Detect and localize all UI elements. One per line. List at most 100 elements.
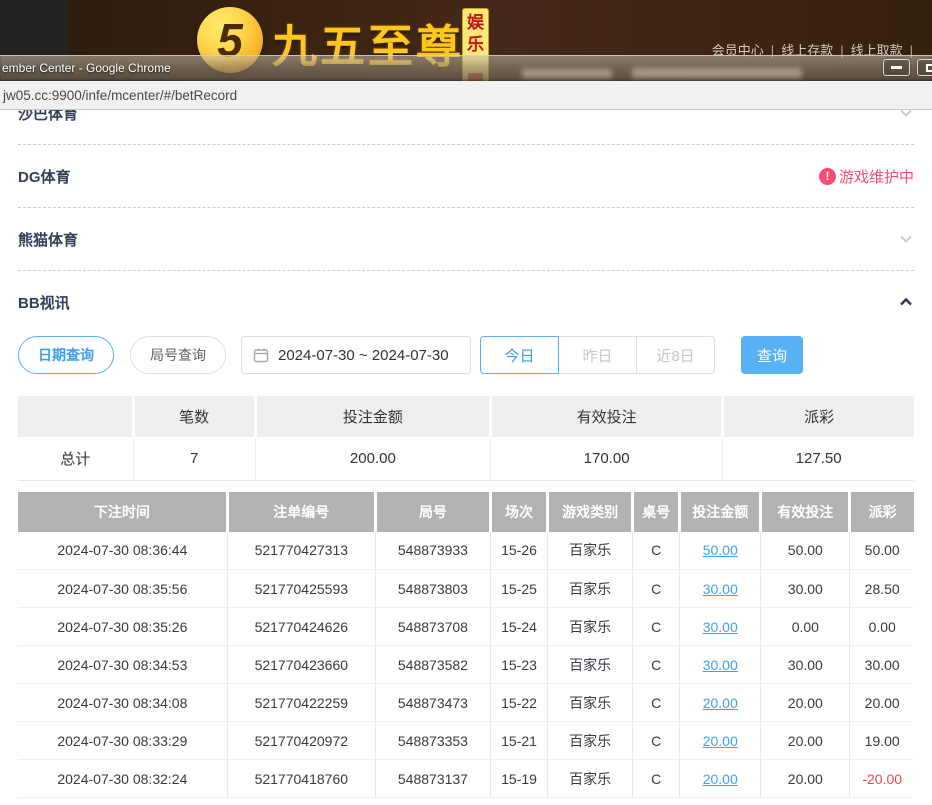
bet-cell: 19.00 xyxy=(850,722,914,760)
bet-cell: 20.00 xyxy=(761,760,850,798)
bet-col-header: 桌号 xyxy=(633,492,680,532)
table-row: 2024-07-30 08:34:53521770423660548873582… xyxy=(18,646,914,684)
bet-amount-link[interactable]: 30.00 xyxy=(680,608,761,646)
bet-cell: 521770418760 xyxy=(227,760,375,798)
blurred-region xyxy=(522,69,612,78)
section-panda-sports[interactable]: 熊猫体育 xyxy=(18,208,914,270)
bet-cell: C xyxy=(633,608,680,646)
bet-cell: 2024-07-30 08:35:26 xyxy=(18,608,227,646)
section-title: 熊猫体育 xyxy=(18,229,78,250)
summary-col-header: 笔数 xyxy=(133,396,255,437)
calendar-icon xyxy=(253,347,269,363)
bet-cell: C xyxy=(633,646,680,684)
bet-cell: 20.00 xyxy=(761,722,850,760)
bet-cell: 15-26 xyxy=(491,532,548,570)
bet-col-header: 局号 xyxy=(375,492,490,532)
bet-cell: 548873353 xyxy=(375,722,490,760)
bet-cell: 15-19 xyxy=(491,760,548,798)
bet-cell: 30.00 xyxy=(761,570,850,608)
bet-cell: C xyxy=(633,722,680,760)
quick-last8days-button[interactable]: 近8日 xyxy=(636,336,715,374)
bet-cell: 百家乐 xyxy=(548,760,633,798)
quick-today-button[interactable]: 今日 xyxy=(480,336,559,374)
exclamation-icon: ! xyxy=(819,168,836,185)
bet-cell: 548873933 xyxy=(375,532,490,570)
bet-amount-link[interactable]: 20.00 xyxy=(680,722,761,760)
section-title: BB视讯 xyxy=(18,292,70,313)
summary-value: 127.50 xyxy=(723,437,914,480)
bet-cell: 548873582 xyxy=(375,646,490,684)
table-row: 2024-07-30 08:33:29521770420972548873353… xyxy=(18,722,914,760)
maintenance-text: 游戏维护中 xyxy=(839,166,914,187)
summary-table: 笔数投注金额有效投注派彩 总计7200.00170.00127.50 xyxy=(18,396,914,481)
bet-cell: 百家乐 xyxy=(548,684,633,722)
bet-cell: C xyxy=(633,570,680,608)
table-row: 2024-07-30 08:35:26521770424626548873708… xyxy=(18,608,914,646)
section-bb-video[interactable]: BB视讯 xyxy=(18,271,914,333)
bet-cell: 30.00 xyxy=(850,646,914,684)
bet-cell: 百家乐 xyxy=(548,722,633,760)
bet-cell: 百家乐 xyxy=(548,608,633,646)
bet-cell: -20.00 xyxy=(850,760,914,798)
bet-cell: 20.00 xyxy=(761,684,850,722)
date-query-button[interactable]: 日期查询 xyxy=(18,336,114,374)
table-row: 2024-07-30 08:35:56521770425593548873803… xyxy=(18,570,914,608)
bet-cell: 百家乐 xyxy=(548,646,633,684)
table-row: 2024-07-30 08:36:44521770427313548873933… xyxy=(18,532,914,570)
round-query-button[interactable]: 局号查询 xyxy=(130,336,226,374)
bet-cell: 15-25 xyxy=(491,570,548,608)
bet-col-header: 游戏类别 xyxy=(548,492,633,532)
summary-row-label: 总计 xyxy=(18,437,133,480)
bet-cell: 521770425593 xyxy=(227,570,375,608)
section-title: 沙巴体育 xyxy=(18,110,78,124)
minimize-button[interactable] xyxy=(883,59,910,76)
bet-cell: 28.50 xyxy=(850,570,914,608)
bet-record-table: 下注时间注单编号局号场次游戏类别桌号投注金额有效投注派彩 2024-07-30 … xyxy=(18,492,914,799)
chrome-popup-window: ember Center - Google Chrome jw05.cc:990… xyxy=(0,55,932,805)
page-content: 沙巴体育 DG体育 ! 游戏维护中 熊猫体育 BB视讯 日期查询 局号查询 xyxy=(0,110,932,805)
summary-value: 200.00 xyxy=(255,437,490,480)
bet-cell: 521770422259 xyxy=(227,684,375,722)
bet-amount-link[interactable]: 20.00 xyxy=(680,760,761,798)
bet-cell: 15-22 xyxy=(491,684,548,722)
url-text: jw05.cc:9900/infe/mcenter/#/betRecord xyxy=(0,88,237,103)
bet-cell: 521770423660 xyxy=(227,646,375,684)
bet-amount-link[interactable]: 50.00 xyxy=(680,532,761,570)
window-controls xyxy=(883,59,932,76)
bet-cell: 2024-07-30 08:32:24 xyxy=(18,760,227,798)
maximize-button[interactable] xyxy=(917,59,932,76)
section-shaba-sports[interactable]: 沙巴体育 xyxy=(18,110,914,144)
bet-cell: 50.00 xyxy=(761,532,850,570)
bet-amount-link[interactable]: 30.00 xyxy=(680,646,761,684)
summary-col-header: 投注金额 xyxy=(255,396,490,437)
bet-cell: 0.00 xyxy=(850,608,914,646)
bet-cell: 2024-07-30 08:33:29 xyxy=(18,722,227,760)
summary-col-header: 有效投注 xyxy=(491,396,723,437)
search-button[interactable]: 查询 xyxy=(741,336,803,374)
bet-cell: C xyxy=(633,532,680,570)
bet-header-row: 下注时间注单编号局号场次游戏类别桌号投注金额有效投注派彩 xyxy=(18,492,914,532)
bet-amount-link[interactable]: 20.00 xyxy=(680,684,761,722)
chevron-down-icon xyxy=(898,110,914,121)
quick-yesterday-button[interactable]: 昨日 xyxy=(558,336,637,374)
summary-header-row: 笔数投注金额有效投注派彩 xyxy=(18,396,914,437)
bet-cell: C xyxy=(633,684,680,722)
date-range-input[interactable]: 2024-07-30 ~ 2024-07-30 xyxy=(241,336,471,374)
table-row: 2024-07-30 08:34:08521770422259548873473… xyxy=(18,684,914,722)
bet-cell: 521770420972 xyxy=(227,722,375,760)
bet-col-header: 有效投注 xyxy=(761,492,850,532)
section-dg-sports[interactable]: DG体育 ! 游戏维护中 xyxy=(18,145,914,207)
bet-cell: 0.00 xyxy=(761,608,850,646)
table-row: 2024-07-30 08:32:24521770418760548873137… xyxy=(18,760,914,798)
window-titlebar[interactable]: ember Center - Google Chrome xyxy=(0,55,932,81)
bet-cell: 548873137 xyxy=(375,760,490,798)
maintenance-badge: ! 游戏维护中 xyxy=(819,166,914,187)
bet-col-header: 下注时间 xyxy=(18,492,227,532)
bet-cell: 15-23 xyxy=(491,646,548,684)
quick-range-group: 今日 昨日 近8日 xyxy=(480,336,715,374)
bet-cell: 548873473 xyxy=(375,684,490,722)
address-bar[interactable]: jw05.cc:9900/infe/mcenter/#/betRecord xyxy=(0,81,932,110)
summary-col-header xyxy=(18,396,133,437)
bet-amount-link[interactable]: 30.00 xyxy=(680,570,761,608)
bet-cell: 2024-07-30 08:34:53 xyxy=(18,646,227,684)
